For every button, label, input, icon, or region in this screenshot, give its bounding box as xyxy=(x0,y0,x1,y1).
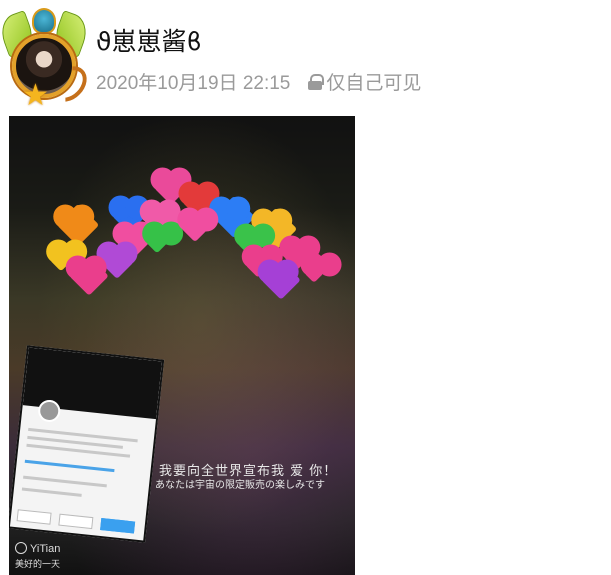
avatar[interactable]: ★ xyxy=(0,6,94,112)
sun-icon xyxy=(15,542,27,554)
post-photo[interactable]: 我要向全世界宣布我 爱 你！ あなたは宇宙の限定販売の楽しみです YiTian … xyxy=(9,116,355,575)
lock-icon xyxy=(308,73,325,90)
watermark-brand: YiTian xyxy=(15,542,60,555)
heart-icon xyxy=(304,263,324,283)
heart-icon xyxy=(145,230,169,254)
privacy-label: 仅自己可见 xyxy=(326,73,422,94)
badge-gem-icon xyxy=(32,8,56,34)
star-icon: ★ xyxy=(22,79,49,112)
username[interactable]: ϑ崽崽酱ϐ xyxy=(96,22,202,58)
embedded-phone-screenshot xyxy=(9,345,165,543)
post-datetime: 2020年10月19日 22:15 xyxy=(96,73,291,94)
watermark-subtitle: 美好的一天 xyxy=(15,559,61,569)
heart-icon xyxy=(180,213,210,243)
heart-icon xyxy=(261,260,301,300)
post-meta: 2020年10月19日 22:15 仅自己可见 xyxy=(96,68,421,95)
photo-caption-japanese: あなたは宇宙の限定販売の楽しみです xyxy=(155,480,325,491)
heart-icon xyxy=(69,256,109,296)
